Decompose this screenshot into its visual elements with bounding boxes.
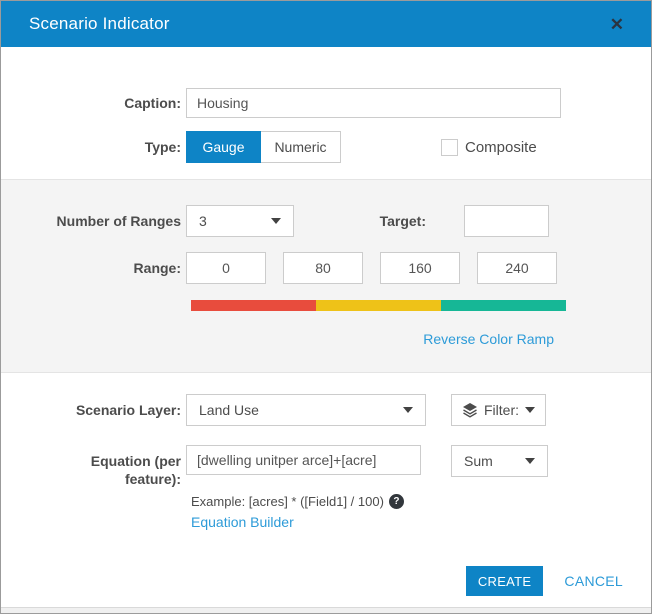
range-row: Range: xyxy=(1,252,651,284)
dialog-title: Scenario Indicator xyxy=(29,14,170,34)
scenario-indicator-dialog: Scenario Indicator ✕ Caption: Type: Gaug… xyxy=(0,0,652,614)
equation-example-text: Example: [acres] * ([Field1] / 100) xyxy=(191,494,384,509)
composite-label: Composite xyxy=(465,139,537,156)
create-button[interactable]: CREATE xyxy=(466,566,544,596)
type-gauge-button[interactable]: Gauge xyxy=(186,131,261,163)
equation-input[interactable] xyxy=(186,445,421,475)
range-label: Range: xyxy=(1,259,186,277)
number-of-ranges-value: 3 xyxy=(199,213,271,229)
caption-input[interactable] xyxy=(186,88,561,118)
equation-builder-link[interactable]: Equation Builder xyxy=(191,514,294,530)
range-input-3[interactable] xyxy=(380,252,460,284)
chevron-down-icon xyxy=(403,407,413,413)
cancel-button[interactable]: CANCEL xyxy=(564,573,623,589)
range-input-4[interactable] xyxy=(477,252,557,284)
number-of-ranges-label: Number of Ranges xyxy=(1,212,186,230)
close-icon[interactable]: ✕ xyxy=(610,16,624,33)
dialog-footer: CREATE CANCEL xyxy=(466,566,623,596)
scenario-layer-label: Scenario Layer: xyxy=(1,401,186,419)
caption-row: Caption: xyxy=(1,88,651,118)
bottom-strip xyxy=(1,607,651,613)
number-of-ranges-row: Number of Ranges 3 Target: xyxy=(1,205,651,237)
caption-label: Caption: xyxy=(1,94,186,112)
range-input-1[interactable] xyxy=(186,252,266,284)
filter-label: Filter: xyxy=(484,402,519,418)
ramp-segment-green xyxy=(441,300,566,311)
equation-row: Equation (per feature): Sum xyxy=(1,445,651,488)
dialog-header: Scenario Indicator ✕ xyxy=(1,1,651,47)
reverse-ramp-row: Reverse Color Ramp xyxy=(191,331,554,349)
scenario-layer-value: Land Use xyxy=(199,402,403,418)
chevron-down-icon xyxy=(271,218,281,224)
scenario-layer-dropdown[interactable]: Land Use xyxy=(186,394,426,426)
ramp-segment-red xyxy=(191,300,316,311)
range-input-2[interactable] xyxy=(283,252,363,284)
chevron-down-icon xyxy=(525,407,535,413)
reverse-color-ramp-link[interactable]: Reverse Color Ramp xyxy=(423,331,554,347)
number-of-ranges-dropdown[interactable]: 3 xyxy=(186,205,294,237)
chevron-down-icon xyxy=(525,458,535,464)
help-icon[interactable]: ? xyxy=(389,494,404,509)
scenario-layer-row: Scenario Layer: Land Use Filter: xyxy=(1,394,651,426)
type-row: Type: Gauge Numeric Composite xyxy=(1,131,651,163)
equation-example-row: Example: [acres] * ([Field1] / 100) ? xyxy=(191,494,651,509)
layers-icon xyxy=(462,402,478,418)
ranges-panel: Number of Ranges 3 Target: Range: Revers… xyxy=(1,179,651,373)
composite-checkbox[interactable] xyxy=(441,139,458,156)
target-label: Target: xyxy=(294,213,426,229)
color-ramp xyxy=(191,300,566,311)
aggregation-value: Sum xyxy=(464,453,525,469)
aggregation-dropdown[interactable]: Sum xyxy=(451,445,548,477)
ramp-segment-yellow xyxy=(316,300,441,311)
equation-builder-row: Equation Builder xyxy=(191,514,651,530)
filter-button[interactable]: Filter: xyxy=(451,394,546,426)
target-input[interactable] xyxy=(464,205,549,237)
type-numeric-button[interactable]: Numeric xyxy=(261,131,341,163)
equation-label: Equation (per feature): xyxy=(1,445,186,488)
type-label: Type: xyxy=(1,138,186,156)
